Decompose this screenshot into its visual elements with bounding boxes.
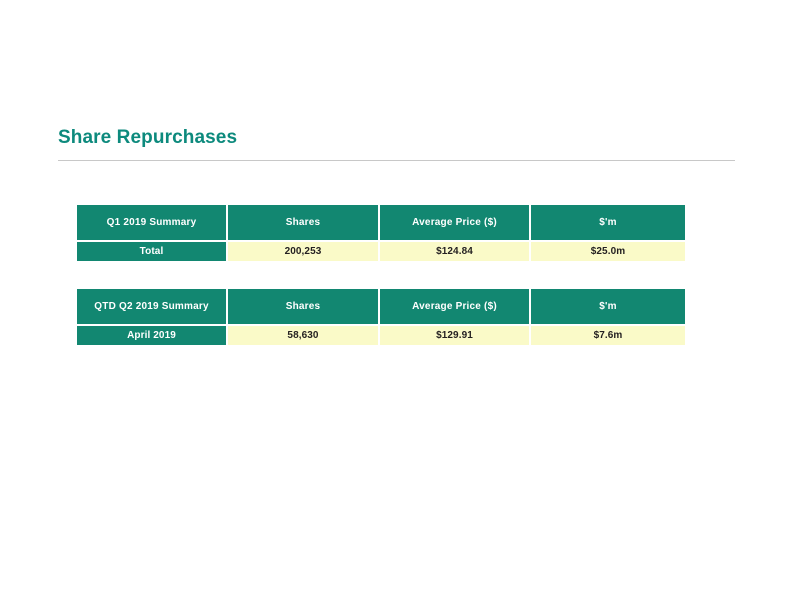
title-block: Share Repurchases: [58, 126, 736, 150]
qtd-q2-2019-summary-table: QTD Q2 2019 Summary Shares Average Price…: [77, 289, 685, 345]
title-divider-rule: [58, 160, 735, 161]
cell-average-price: $129.91: [380, 326, 531, 345]
cell-average-price: $124.84: [380, 242, 531, 261]
cell-shares: 58,630: [228, 326, 380, 345]
table-body: April 2019 58,630 $129.91 $7.6m: [77, 326, 685, 345]
q1-2019-summary-table: Q1 2019 Summary Shares Average Price ($)…: [77, 205, 685, 261]
column-header-average-price: Average Price ($): [380, 205, 531, 242]
cell-dollars-millions: $7.6m: [531, 326, 685, 345]
column-header-summary: QTD Q2 2019 Summary: [77, 289, 228, 326]
row-label-total: Total: [77, 242, 228, 261]
cell-shares: 200,253: [228, 242, 380, 261]
column-header-shares: Shares: [228, 205, 380, 242]
column-header-average-price: Average Price ($): [380, 289, 531, 326]
column-header-summary: Q1 2019 Summary: [77, 205, 228, 242]
page-title: Share Repurchases: [58, 127, 238, 148]
table-body: Total 200,253 $124.84 $25.0m: [77, 242, 685, 261]
cell-dollars-millions: $25.0m: [531, 242, 685, 261]
table-header: QTD Q2 2019 Summary Shares Average Price…: [77, 289, 685, 326]
table-header: Q1 2019 Summary Shares Average Price ($)…: [77, 205, 685, 242]
slide-canvas: Share Repurchases Q1 2019 Summary Shares…: [0, 0, 792, 612]
column-header-shares: Shares: [228, 289, 380, 326]
column-header-dollars-millions: $'m: [531, 205, 685, 242]
table-header-row: QTD Q2 2019 Summary Shares Average Price…: [77, 289, 685, 326]
column-header-dollars-millions: $'m: [531, 289, 685, 326]
row-label-april-2019: April 2019: [77, 326, 228, 345]
table-row: Total 200,253 $124.84 $25.0m: [77, 242, 685, 261]
table-row: April 2019 58,630 $129.91 $7.6m: [77, 326, 685, 345]
table-header-row: Q1 2019 Summary Shares Average Price ($)…: [77, 205, 685, 242]
